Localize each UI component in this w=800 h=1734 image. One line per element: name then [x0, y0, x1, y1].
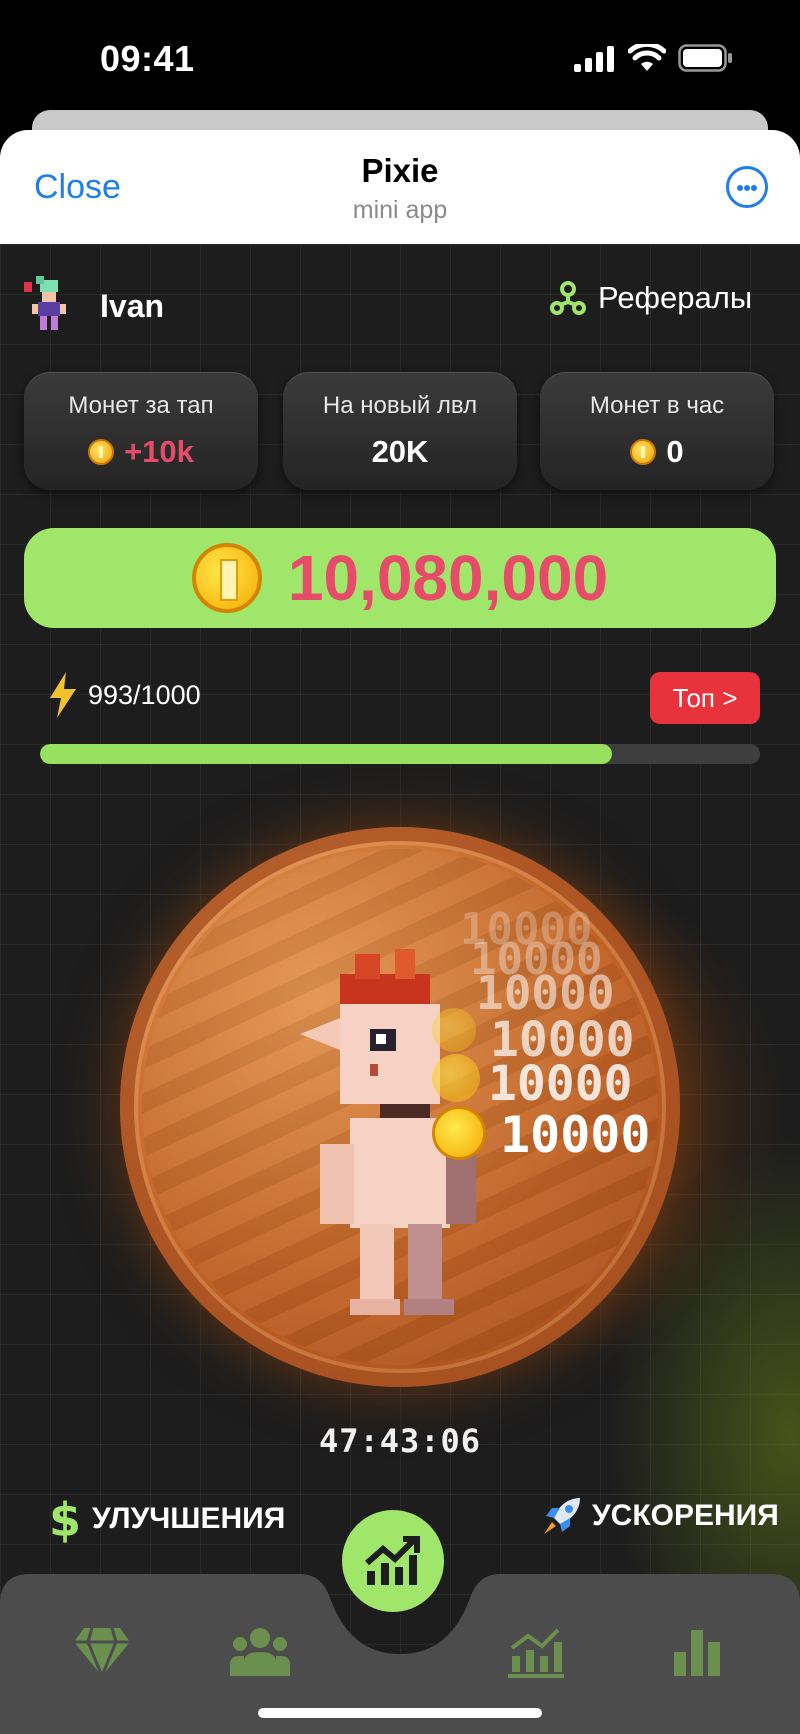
battery-icon — [678, 44, 732, 72]
username: Ivan — [100, 288, 165, 324]
gem-icon[interactable] — [72, 1626, 132, 1678]
coin-icon — [432, 1106, 486, 1160]
avatar[interactable] — [24, 274, 72, 334]
signal-icon — [574, 46, 614, 72]
energy-value: 993/1000 — [88, 679, 201, 710]
wifi-icon — [628, 44, 666, 71]
coins-per-hour-card: Монет в час 0 — [540, 372, 774, 490]
stats-icon[interactable] — [508, 1626, 564, 1678]
coin-icon — [191, 543, 262, 613]
coins-per-tap-card: Монет за тап +10k — [24, 372, 258, 490]
status-time: 09:41 — [100, 38, 195, 79]
app-subtitle: mini app — [352, 196, 448, 224]
dollar-icon: $ — [49, 1494, 81, 1544]
stat-value-row: 20K — [283, 434, 517, 470]
app-title: Pixie — [361, 152, 439, 189]
timer: 47:43:06 — [318, 1422, 482, 1460]
upgrades-button[interactable]: $ УЛУЧШЕНИЯ — [46, 1494, 285, 1544]
referrals-label: Рефералы — [598, 280, 753, 315]
balance-banner: 10,080,000 — [24, 528, 776, 628]
chart-up-button[interactable] — [342, 1510, 444, 1612]
stat-label: Монет в час — [589, 392, 725, 419]
stat-value: +10k — [124, 434, 194, 469]
chart-up-icon — [365, 1536, 420, 1585]
next-level-card: На новый лвл 20K — [283, 372, 517, 490]
coin-icon — [432, 1008, 476, 1052]
energy-progress-bar — [40, 744, 760, 764]
coin-icon — [88, 439, 115, 465]
rocket-icon — [544, 1498, 580, 1534]
stat-value-row: 0 — [540, 434, 774, 470]
tap-popup: 10000 — [488, 1056, 633, 1112]
leaderboard-button[interactable]: Топ > — [650, 672, 760, 724]
more-dot-icon — [744, 185, 750, 191]
energy-indicator: 993/1000 — [48, 672, 201, 718]
status-bar: 09:41 — [0, 0, 800, 110]
svg-text:$: $ — [49, 1494, 81, 1544]
coin-icon — [630, 439, 657, 465]
stat-label: На новый лвл — [322, 392, 478, 419]
lightning-icon — [50, 672, 76, 718]
game-screen: Ivan Рефералы Монет за тап +10k На новый… — [0, 244, 800, 1734]
stat-value: 0 — [666, 434, 684, 469]
more-options-button[interactable] — [726, 166, 768, 208]
users-icon[interactable] — [230, 1626, 290, 1678]
energy-progress-fill — [40, 744, 612, 764]
stat-label: Монет за тап — [68, 392, 214, 419]
stat-value: 20K — [371, 434, 429, 469]
balance-amount: 10,080,000 — [287, 542, 609, 614]
more-dot-icon — [737, 185, 743, 191]
home-indicator — [258, 1708, 542, 1718]
coin-icon — [432, 1054, 480, 1102]
more-dot-icon — [751, 185, 757, 191]
tap-popup: 10000 — [500, 1106, 651, 1164]
mini-app-header: Close Pixie mini app — [0, 130, 800, 244]
stat-value-row: +10k — [24, 434, 258, 470]
referrals-icon — [550, 281, 586, 315]
referrals-link[interactable]: Рефералы — [550, 280, 752, 316]
bar-chart-icon[interactable] — [672, 1626, 722, 1678]
boosts-button[interactable]: УСКОРЕНИЯ — [540, 1494, 779, 1538]
upgrades-label: УЛУЧШЕНИЯ — [92, 1502, 286, 1535]
boosts-label: УСКОРЕНИЯ — [592, 1499, 779, 1532]
